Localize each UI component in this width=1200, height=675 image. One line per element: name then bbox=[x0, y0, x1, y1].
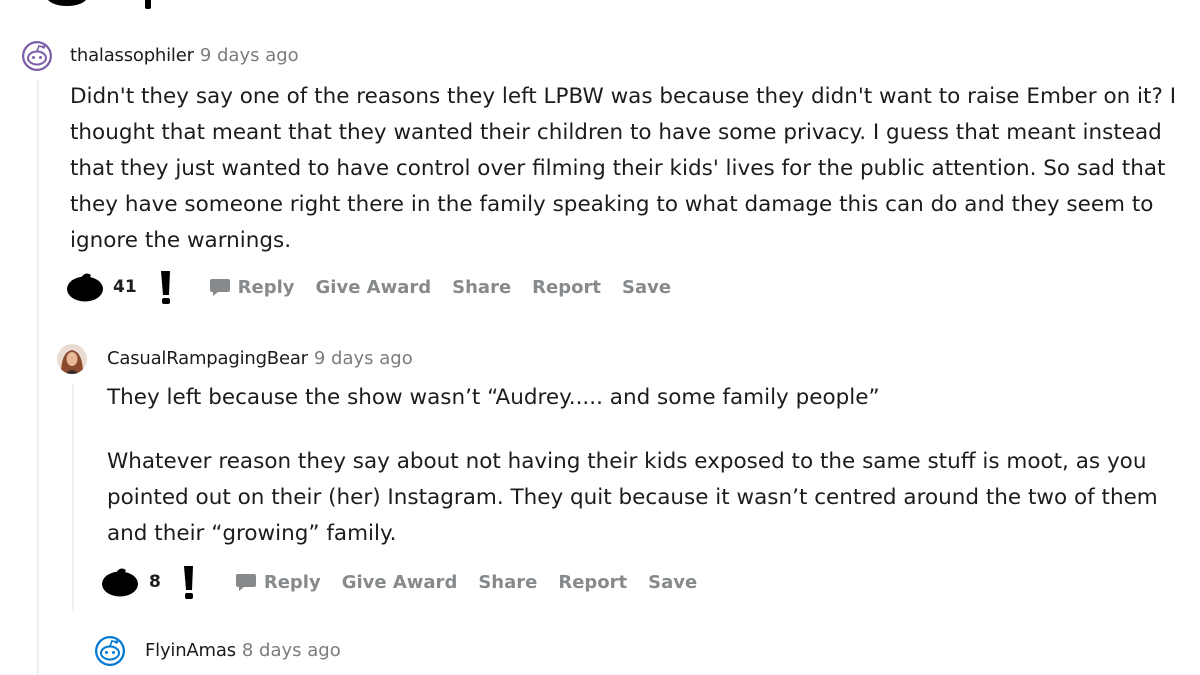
username[interactable]: thalassophiler bbox=[70, 45, 194, 66]
comment-bubble-icon bbox=[209, 279, 230, 296]
reply-label: Reply bbox=[237, 276, 295, 298]
share-button[interactable]: Share bbox=[452, 277, 511, 298]
save-button[interactable]: Save bbox=[622, 277, 671, 298]
give-award-button[interactable]: Give Award bbox=[342, 572, 458, 593]
comment-paragraph: They left because the show wasn’t “Audre… bbox=[107, 385, 880, 410]
user-avatar[interactable] bbox=[57, 344, 87, 374]
report-label: Report bbox=[532, 276, 601, 298]
timestamp[interactable]: 8 days ago bbox=[242, 640, 341, 661]
user-avatar[interactable] bbox=[22, 41, 52, 71]
thread-line-level-1[interactable] bbox=[37, 80, 39, 675]
give-award-label: Give Award bbox=[341, 571, 458, 593]
upvote-icon[interactable] bbox=[65, 272, 105, 302]
give-award-button[interactable]: Give Award bbox=[316, 277, 432, 298]
comment-body: Didn't they say one of the reasons they … bbox=[70, 79, 1195, 259]
reply-label: Reply bbox=[263, 571, 321, 593]
comment-body: They left because the show wasn’t “Audre… bbox=[107, 380, 1192, 552]
comment-paragraph: Whatever reason they say about not havin… bbox=[107, 449, 1158, 546]
username[interactable]: FlyinAmas bbox=[145, 640, 236, 661]
report-label: Report bbox=[558, 571, 628, 593]
timestamp[interactable]: 9 days ago bbox=[200, 45, 299, 66]
share-button[interactable]: Share bbox=[478, 572, 537, 593]
report-button[interactable]: Report bbox=[558, 572, 627, 593]
upvote-icon[interactable] bbox=[100, 567, 140, 597]
reply-button[interactable]: Reply bbox=[235, 572, 321, 593]
comment-actions: 8 Reply Give Award Share Report Save bbox=[100, 564, 697, 600]
username[interactable]: CasualRampagingBear bbox=[107, 348, 308, 369]
comment-bubble-icon bbox=[235, 574, 256, 591]
user-avatar[interactable] bbox=[95, 636, 125, 666]
reply-button[interactable]: Reply bbox=[209, 277, 295, 298]
photo-avatar-icon bbox=[57, 344, 87, 374]
comment-actions: 41 Reply Give Award Share Report Save bbox=[65, 269, 671, 305]
give-award-label: Give Award bbox=[315, 276, 432, 298]
thread-line-level-2[interactable] bbox=[72, 384, 74, 611]
comment-meta: thalassophiler 9 days ago bbox=[70, 45, 299, 66]
comment-paragraph: Didn't they say one of the reasons they … bbox=[70, 84, 1177, 253]
vote-score: 8 bbox=[149, 572, 161, 592]
timestamp[interactable]: 9 days ago bbox=[314, 348, 413, 369]
save-button[interactable]: Save bbox=[648, 572, 697, 593]
vote-score: 41 bbox=[113, 277, 137, 297]
save-label: Save bbox=[648, 571, 698, 593]
share-label: Share bbox=[452, 276, 512, 298]
comment-meta: FlyinAmas 8 days ago bbox=[145, 640, 341, 661]
downvote-icon[interactable] bbox=[158, 269, 174, 305]
snoo-avatar-icon bbox=[95, 636, 125, 666]
snoo-avatar-icon bbox=[22, 41, 52, 71]
comment-meta: CasualRampagingBear 9 days ago bbox=[107, 348, 413, 369]
report-button[interactable]: Report bbox=[532, 277, 601, 298]
share-label: Share bbox=[478, 571, 538, 593]
save-label: Save bbox=[621, 276, 672, 298]
previous-comment-actions-fragment bbox=[45, 0, 205, 13]
downvote-icon[interactable] bbox=[181, 564, 197, 600]
